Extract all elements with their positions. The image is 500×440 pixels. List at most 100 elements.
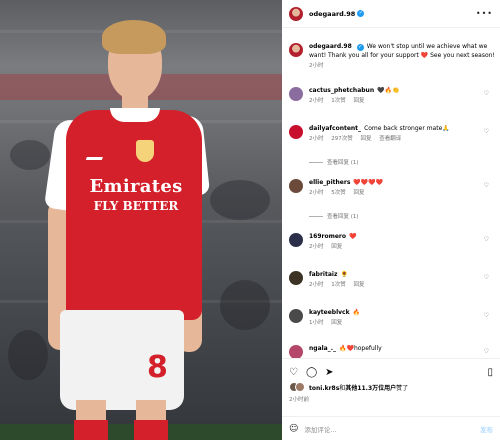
comment-username[interactable]: kayteeblvck	[309, 309, 350, 316]
reply-button[interactable]: 回复	[354, 98, 365, 104]
comment-item: kayteeblvck 🔥 1小时 回复 ♡	[289, 308, 497, 328]
player-shirt	[66, 110, 202, 320]
commenter-avatar[interactable]	[289, 179, 303, 193]
comment-likes[interactable]: 1次赞	[331, 282, 346, 288]
comment-icon[interactable]: ◯	[306, 367, 317, 378]
view-replies-button[interactable]: 查看回复 (1)	[309, 158, 359, 166]
shirt-sponsor: Emirates FLY BETTER	[78, 176, 194, 213]
share-icon[interactable]: ➤	[325, 367, 333, 378]
comment-username[interactable]: ngala_._	[309, 345, 336, 352]
comment-likes[interactable]: 297次赞	[331, 136, 353, 142]
post-side-panel: odegaard.98 ✓ ••• odegaard.98 ✓ We won't s…	[282, 0, 500, 440]
view-replies-label: 查看回复 (1)	[327, 160, 359, 166]
emoji-icon[interactable]: ☺	[289, 424, 298, 434]
comment-time: 2小时	[309, 98, 324, 104]
comments-list[interactable]: odegaard.98 ✓ We won't stop until we achie…	[282, 28, 500, 358]
post-header: odegaard.98 ✓ •••	[282, 0, 500, 28]
liker-avatar	[295, 382, 305, 392]
author-username[interactable]: odegaard.98	[309, 10, 355, 18]
crowd-blur	[8, 330, 48, 380]
comment-like-icon[interactable]: ♡	[484, 128, 489, 135]
player-hair	[102, 20, 166, 54]
comment-like-icon[interactable]: ♡	[484, 348, 489, 355]
sponsor-line1: Emirates	[89, 176, 183, 197]
comment-time: 2小时	[309, 282, 324, 288]
comment-text: ❤️❤️❤️❤️	[353, 179, 384, 186]
likes-summary[interactable]: toni.kr8s和其他11.3万位用户赞了	[282, 381, 500, 393]
comment-text: ❤️	[349, 233, 357, 240]
verified-badge-icon: ✓	[357, 10, 365, 17]
comment-item: ellie_pithers ❤️❤️❤️❤️ 2小时 5次赞 回复 ♡	[289, 178, 497, 198]
comment-item: 169romero ❤️ 2小时 回复 ♡	[289, 232, 497, 252]
crowd-blur	[10, 140, 50, 170]
comment-like-icon[interactable]: ♡	[484, 312, 489, 319]
crowd-blur	[220, 280, 270, 330]
comment-username[interactable]: dailyafcontent_	[309, 125, 361, 132]
player-sock-left	[74, 420, 108, 440]
comment-time: 2小时	[309, 244, 324, 250]
post-caption: odegaard.98 ✓ We won't stop until we achie…	[289, 42, 497, 71]
comment-like-icon[interactable]: ♡	[484, 182, 489, 189]
comment-like-icon[interactable]: ♡	[484, 236, 489, 243]
commenter-avatar[interactable]	[289, 271, 303, 285]
player-sock-right	[134, 420, 168, 440]
comment-likes[interactable]: 1次赞	[331, 98, 346, 104]
translate-button[interactable]: 查看翻译	[379, 136, 401, 142]
author-avatar[interactable]	[289, 6, 303, 21]
comment-text: 🔥	[352, 309, 361, 316]
comment-item: ngala_._ 🔥❤️hopefully ♡	[289, 344, 497, 358]
verified-badge-icon: ✓	[356, 44, 364, 51]
commenter-avatar[interactable]	[289, 125, 303, 139]
comment-input[interactable]: 添加评论...	[304, 424, 336, 434]
commenter-avatar[interactable]	[289, 309, 303, 323]
reply-button[interactable]: 回复	[354, 282, 365, 288]
comment-username[interactable]: 169romero	[309, 233, 346, 240]
comment-text: 🌻	[340, 271, 348, 278]
likes-count[interactable]: 其他11.3万位用户	[345, 385, 396, 392]
liker-username[interactable]: toni.kr8s	[309, 385, 339, 392]
comment-item: fabritaiz 🌻 2小时 1次赞 回复 ♡	[289, 270, 497, 290]
comment-text: Come back stronger mate🙏	[364, 125, 450, 132]
reply-button[interactable]: 回复	[361, 136, 372, 142]
commenter-avatar[interactable]	[289, 233, 303, 247]
crowd-blur	[210, 180, 270, 220]
post-photo[interactable]: Emirates FLY BETTER 8	[0, 0, 282, 440]
caption-username[interactable]: odegaard.98	[309, 43, 352, 50]
replies-line	[309, 162, 323, 163]
player-collar	[110, 108, 160, 122]
likes-text: toni.kr8s和其他11.3万位用户赞了	[309, 383, 408, 392]
add-comment-bar: ☺ 添加评论... 发布	[282, 416, 500, 440]
caption-time: 2小时	[309, 63, 324, 69]
comment-username[interactable]: cactus_phetchabun	[309, 87, 374, 94]
more-options-icon[interactable]: •••	[476, 9, 493, 18]
comment-item: cactus_phetchabun 🖤🔥👏 2小时 1次赞 回复 ♡	[289, 86, 497, 106]
view-replies-label: 查看回复 (1)	[327, 214, 359, 220]
action-icons: ♡ ◯ ➤ ▯	[282, 359, 500, 381]
commenter-avatar[interactable]	[289, 345, 303, 358]
bookmark-icon[interactable]: ▯	[487, 367, 493, 378]
comment-time: 1小时	[309, 320, 324, 326]
like-icon[interactable]: ♡	[289, 367, 298, 378]
shorts-number: 8	[147, 350, 168, 385]
comment-username[interactable]: ellie_pithers	[309, 179, 350, 186]
comment-time: 2小时	[309, 190, 324, 196]
comment-like-icon[interactable]: ♡	[484, 90, 489, 97]
post-comment-button[interactable]: 发布	[480, 424, 493, 434]
view-replies-button[interactable]: 查看回复 (1)	[309, 212, 359, 220]
comment-like-icon[interactable]: ♡	[484, 274, 489, 281]
replies-line	[309, 216, 323, 217]
post-time: 2小时前	[289, 397, 309, 403]
reply-button[interactable]: 回复	[354, 190, 365, 196]
author-avatar[interactable]	[289, 43, 303, 57]
comment-username[interactable]: fabritaiz	[309, 271, 337, 278]
reply-button[interactable]: 回复	[331, 244, 342, 250]
comment-likes[interactable]: 5次赞	[331, 190, 346, 196]
likes-suffix: 赞了	[396, 384, 409, 392]
sponsor-line2: FLY BETTER	[93, 199, 179, 213]
commenter-avatar[interactable]	[289, 87, 303, 101]
comment-text: 🖤🔥👏	[377, 87, 400, 94]
reply-button[interactable]: 回复	[331, 320, 342, 326]
club-crest	[136, 140, 154, 162]
comment-item: dailyafcontent_ Come back stronger mate🙏 …	[289, 124, 497, 144]
comment-text: 🔥❤️hopefully	[339, 345, 382, 352]
